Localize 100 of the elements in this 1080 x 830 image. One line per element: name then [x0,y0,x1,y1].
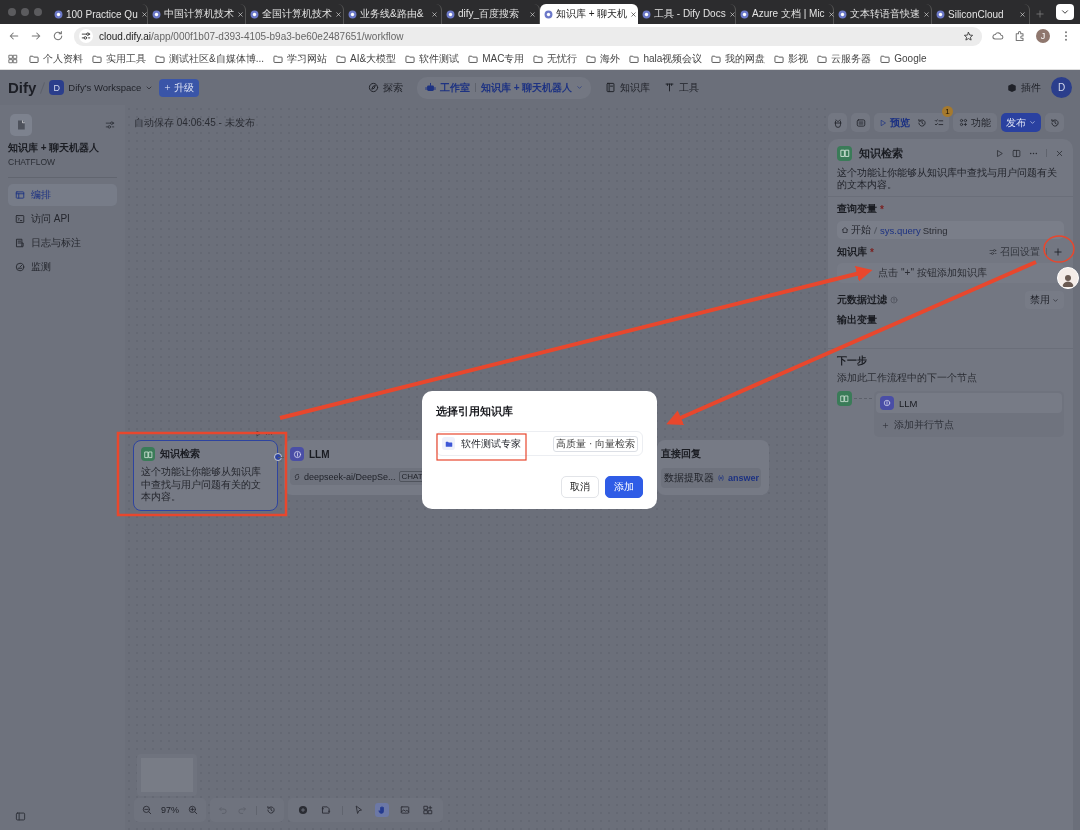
window-minimize-button[interactable] [21,8,29,16]
forward-icon[interactable] [30,30,42,42]
checklist-icon [934,117,944,128]
play-icon [879,118,887,127]
play-icon[interactable] [995,148,1004,158]
workspace-switcher[interactable]: D Dify's Workspace [49,80,154,95]
chevron-icon [576,84,584,91]
brain-icon [880,396,894,410]
bookmark[interactable]: MAC专用 [468,51,525,66]
zoom-in-icon[interactable] [188,805,198,815]
zoom-out-icon[interactable] [142,805,152,815]
help-icon[interactable] [890,296,898,304]
bookmark[interactable]: 无忧行 [533,51,578,66]
version-history-button[interactable] [1045,113,1064,132]
close-icon[interactable] [827,10,835,18]
note-icon[interactable] [319,803,333,817]
book-icon [141,447,155,461]
user-avatar[interactable]: D [1051,77,1072,98]
close-icon[interactable] [237,10,244,18]
history-icon[interactable] [266,805,276,815]
bookmark[interactable]: 影视 [774,51,809,66]
bookmark[interactable]: 海外 [586,51,621,66]
metadata-select[interactable]: 禁用 [1025,291,1064,309]
cloud-icon[interactable] [992,30,1004,42]
site-settings-icon[interactable] [79,29,93,43]
site-icon [446,9,455,19]
hand-icon[interactable] [375,803,389,817]
close-icon[interactable] [1019,10,1026,18]
back-icon[interactable] [8,30,20,42]
bookmark[interactable]: hala视频会议 [629,51,703,66]
bookmark[interactable]: 软件测试 [405,51,460,66]
debug-button[interactable] [828,113,847,132]
puzzle-icon[interactable] [1014,30,1026,42]
variable-type: String [922,224,948,236]
close-icon[interactable] [630,10,638,18]
site-icon [54,9,63,19]
sidebar-toggle-icon[interactable] [15,811,26,822]
window-zoom-button[interactable] [34,8,42,16]
folder-icon [442,437,455,450]
settings-icon[interactable] [105,120,115,130]
document-icon [15,238,25,248]
grid-icon[interactable] [421,803,435,817]
bookmark[interactable]: 测试社区&自媒体博... [155,51,264,66]
workflow-node[interactable]: 直接回复 数据提取器 answer [657,440,769,495]
folder-icon [586,53,597,64]
site-icon [348,9,357,19]
tab-search-button[interactable] [1056,4,1074,20]
split-view-icon[interactable] [1012,148,1021,158]
bookmark[interactable]: 个人资料 [29,51,83,66]
tab-title: 知识库 + 聊天机 [556,7,628,21]
add-button[interactable]: 添加 [605,476,643,498]
close-icon[interactable] [923,10,930,18]
close-icon[interactable] [728,10,736,18]
gauge-icon [15,262,25,272]
close-icon[interactable] [431,10,438,18]
browser-tab[interactable]: 知识库 + 聊天机 [540,4,638,24]
features-button[interactable]: 功能 [953,113,997,132]
robot-icon [425,82,436,93]
layout-icon [15,190,25,200]
upgrade-button[interactable]: 升级 [159,78,200,97]
bookmark[interactable]: 我的网盘 [711,51,766,66]
star-icon[interactable] [963,30,974,42]
avatar[interactable] [1057,267,1079,289]
book-icon [837,145,852,161]
site-icon [250,9,259,19]
close-icon[interactable] [529,10,536,18]
site-icon [838,9,847,19]
bookmark[interactable]: 实用工具 [92,51,146,66]
env-button[interactable] [851,113,870,132]
connector-line [278,457,284,458]
window-close-button[interactable] [8,8,16,16]
image-icon[interactable] [398,803,412,817]
required-mark: * [870,246,874,258]
site-icon [642,9,651,19]
next-node[interactable]: LLM [876,393,1062,413]
folder-icon [774,53,785,64]
cancel-button[interactable]: 取消 [561,476,599,498]
address-field[interactable]: cloud.dify.ai/app/000f1b07-d393-4105-b9a3-be60e2487651/workflow [74,26,982,46]
close-icon[interactable] [1055,148,1064,158]
play-icon[interactable] [255,430,262,437]
reload-icon[interactable] [52,30,64,42]
apps-icon[interactable] [8,53,18,64]
close-icon[interactable] [335,10,342,18]
bookmark[interactable]: 云服务器 [817,51,872,66]
bookmark[interactable]: AI&大模型 [336,51,397,66]
history-icon[interactable] [917,117,927,128]
variable-field[interactable]: 开始 sys.query String [837,221,1064,239]
plus-icon[interactable] [1035,9,1045,19]
tab-title: 业务线&路由& [360,7,425,21]
checklist-button[interactable] [934,117,944,128]
add-icon[interactable] [1053,247,1063,257]
bookmark[interactable]: Google [880,53,927,64]
folder-icon [155,53,165,64]
bookmark[interactable]: 学习网站 [273,51,327,66]
profile-avatar[interactable]: J [1036,29,1050,43]
folder-icon [29,53,39,64]
publish-button[interactable]: 发布 [1001,113,1041,132]
close-icon[interactable] [140,10,148,18]
add-icon[interactable] [296,803,310,817]
annotation-circle [1043,235,1075,263]
